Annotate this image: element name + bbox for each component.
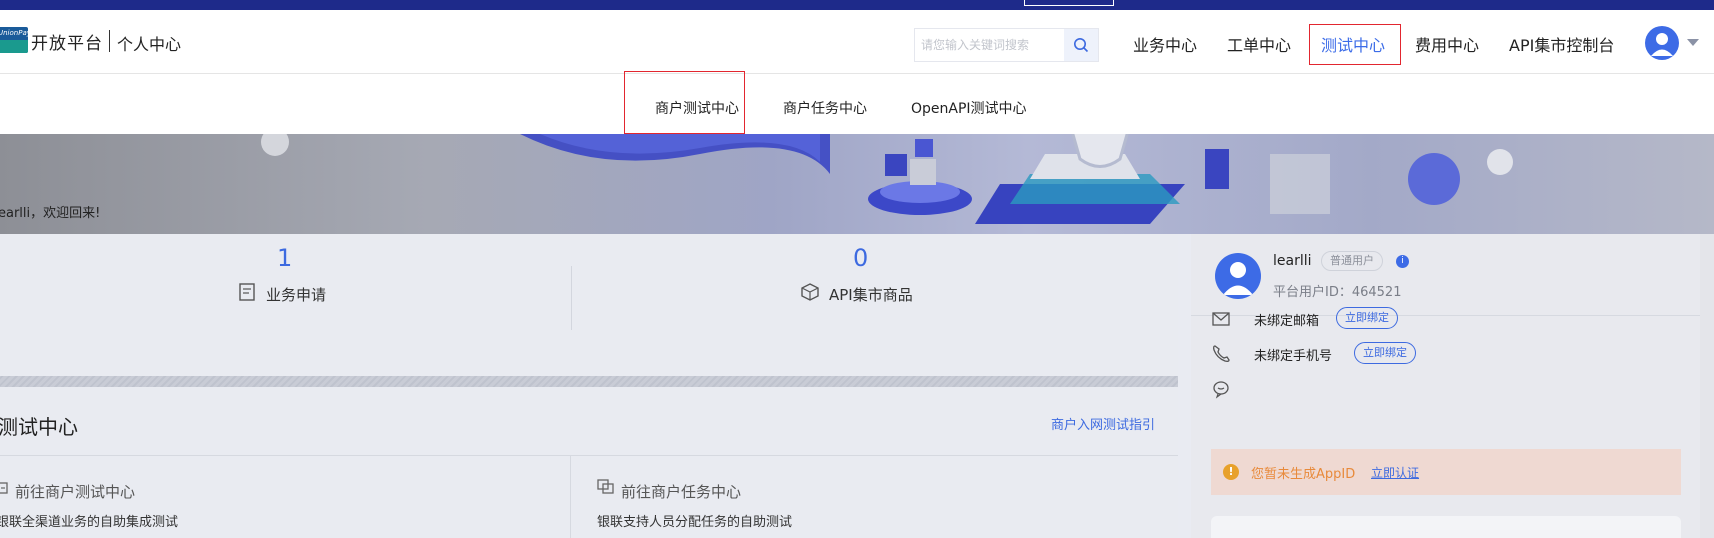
nav-fee-center[interactable]: 费用中心 (1415, 32, 1479, 56)
subnav-openapi-test-center[interactable]: OpenAPI测试中心 (911, 98, 1027, 118)
profile-avatar-icon (1215, 253, 1261, 299)
brand-subtitle: 个人中心 (117, 35, 182, 54)
appid-alert: ! 您暂未生成AppID 立即认证 (1211, 449, 1681, 495)
box-icon (801, 283, 819, 301)
search-icon (1074, 38, 1089, 53)
search-box (914, 28, 1099, 62)
merchant-test-guide-link[interactable]: 商户入网测试指引 (1051, 414, 1155, 433)
profile-next-section (1211, 516, 1681, 538)
top-strip-tab[interactable] (1024, 0, 1114, 6)
bind-phone-button[interactable]: 立即绑定 (1354, 342, 1416, 364)
user-avatar-icon[interactable] (1645, 26, 1679, 60)
business-apply-count[interactable]: 1 (277, 244, 292, 272)
profile-username: learlli (1273, 253, 1312, 269)
merchant-test-desc: 银联全渠道业务的自助集成测试 (0, 515, 179, 530)
platform-user-id: 平台用户ID：464521 (1273, 285, 1402, 300)
search-button[interactable] (1064, 29, 1098, 61)
search-input[interactable] (915, 29, 1065, 61)
test-divider (0, 455, 1178, 456)
verify-now-link[interactable]: 立即认证 (1371, 464, 1419, 481)
chat-icon (1213, 381, 1229, 399)
copy-icon (597, 479, 614, 494)
test-center-title: 测试中心 (0, 415, 78, 439)
bind-email-button[interactable]: 立即绑定 (1336, 307, 1398, 329)
subnav-merchant-test-center[interactable]: 商户测试中心 (655, 98, 739, 118)
merchant-task-desc: 银联支持人员分配任务的自助测试 (597, 515, 793, 530)
info-icon[interactable]: i (1396, 255, 1409, 268)
brand-divider (109, 30, 110, 52)
right-scroll-edge (1700, 234, 1714, 538)
unionpay-logo[interactable]: UnionPay (0, 27, 28, 53)
nav-ticket-center[interactable]: 工单中心 (1227, 32, 1291, 56)
business-apply-label[interactable]: 业务申请 (266, 284, 326, 305)
chevron-down-icon[interactable] (1687, 39, 1699, 46)
phone-unbound-label: 未绑定手机号 (1254, 349, 1333, 364)
profile-card: learlli 普通用户 i 平台用户ID：464521 未绑定邮箱 立即绑定 … (1191, 234, 1700, 538)
test-column-divider (570, 456, 571, 538)
welcome-text: earlli，欢迎回来! (0, 206, 101, 221)
goto-merchant-test-center[interactable]: 前往商户测试中心 (15, 481, 135, 502)
logo-text: UnionPay (0, 29, 28, 37)
brand-title[interactable]: 开放平台 (31, 29, 103, 54)
mail-icon (1212, 312, 1230, 326)
header: UnionPay 开放平台 个人中心 业务中心 工单中心 测试中心 费用中心 A… (0, 10, 1714, 74)
top-strip (0, 0, 1714, 10)
subnav-merchant-task-center[interactable]: 商户任务中心 (783, 98, 867, 118)
phone-icon (1213, 345, 1230, 362)
appid-alert-text: 您暂未生成AppID (1251, 467, 1356, 482)
role-badge: 普通用户 (1321, 251, 1383, 271)
api-market-label[interactable]: API集市商品 (829, 284, 913, 305)
stats-divider (571, 266, 572, 330)
test-center-panel: 测试中心 商户入网测试指引 前往商户测试中心 银联全渠道业务的自助集成测试 前往… (0, 387, 1178, 538)
decorative-stripe (0, 376, 1178, 387)
switch-icon (0, 482, 8, 494)
nav-highlight-box (1309, 24, 1401, 65)
goto-merchant-task-center[interactable]: 前往商户任务中心 (621, 481, 741, 502)
warning-icon: ! (1223, 464, 1239, 480)
document-icon (239, 283, 255, 301)
email-unbound-label: 未绑定邮箱 (1254, 314, 1320, 329)
stats-panel: 1 业务申请 0 API集市商品 (0, 234, 1178, 376)
welcome-banner: earlli，欢迎回来! (0, 134, 1714, 234)
nav-api-console[interactable]: API集市控制台 (1509, 32, 1614, 56)
banner-illustration (261, 134, 1513, 224)
sub-navigation: 商户测试中心 商户任务中心 OpenAPI测试中心 (0, 71, 1714, 134)
api-market-count[interactable]: 0 (853, 244, 868, 272)
nav-business-center[interactable]: 业务中心 (1133, 32, 1197, 56)
